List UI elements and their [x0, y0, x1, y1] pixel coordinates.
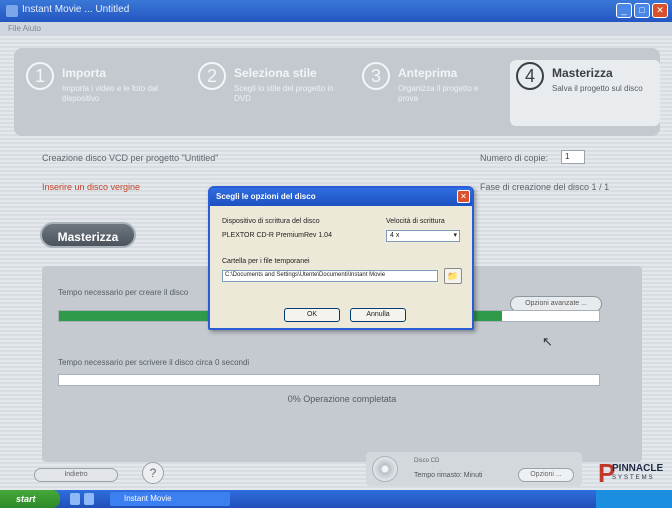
step-desc: Salva il progetto sul disco	[552, 84, 643, 93]
step-importa[interactable]: 1 Importa Importa i video e le foto dal …	[20, 60, 170, 126]
step-name: Seleziona stile	[234, 66, 317, 80]
wizard-steps: 1 Importa Importa i video e le foto dal …	[14, 48, 660, 136]
dialog-title: Scegli le opzioni del disco	[210, 188, 472, 206]
folder-browse-icon[interactable]: 📁	[444, 268, 462, 284]
bottom-bar: Indietro ? Disco CD Tempo rimasto: Minut…	[0, 440, 672, 490]
minimize-button[interactable]: _	[616, 3, 632, 18]
write-progress-bar	[58, 374, 600, 386]
options-button[interactable]: Opzioni ...	[518, 468, 574, 482]
step-number: 2	[198, 62, 226, 90]
step-desc: Scegli lo stile del progetto in DVD	[234, 84, 334, 103]
burn-button[interactable]: Masterizza	[40, 222, 136, 248]
speed-select[interactable]: 4 x ▾	[386, 230, 460, 242]
percent-complete: 0% Operazione completata	[287, 394, 397, 404]
back-button[interactable]: Indietro	[34, 468, 118, 482]
chevron-down-icon: ▾	[453, 232, 457, 239]
cancel-button[interactable]: Annulla	[350, 308, 406, 322]
ok-button[interactable]: OK	[284, 308, 340, 322]
step-desc: Importa i video e le foto dal dispositiv…	[62, 84, 159, 103]
help-icon[interactable]: ?	[142, 462, 164, 484]
phase-label: Fase di creazione del disco 1 / 1	[480, 182, 610, 192]
folder-label: Cartella per i file temporanei	[222, 258, 310, 265]
remaining-time: Tempo rimasto: Minuti	[414, 472, 483, 479]
copies-label: Numero di copie:	[480, 153, 549, 163]
step-number: 1	[26, 62, 54, 90]
disc-info-area: Disco CD Tempo rimasto: Minuti Opzioni .…	[366, 452, 582, 486]
dialog-close-button[interactable]: ✕	[457, 190, 470, 203]
disc-type-label: Creazione disco VCD per progetto "Untitl…	[42, 153, 219, 163]
step-anteprima[interactable]: 3 Anteprima Organizza il progetto e prov…	[356, 60, 506, 126]
quicklaunch-icon[interactable]	[84, 493, 94, 505]
start-button[interactable]: start	[0, 490, 60, 508]
insert-disc-warning: Inserire un disco vergine	[42, 182, 141, 192]
menu-bar[interactable]: File Aiuto	[0, 22, 672, 36]
speed-value: 4 x	[390, 232, 400, 239]
taskbar-item[interactable]: Instant Movie	[110, 492, 230, 506]
cd-icon	[372, 456, 398, 482]
progress-label-create: Tempo necessario per creare il disco	[58, 288, 189, 297]
taskbar: start Instant Movie	[0, 490, 672, 508]
device-label: Dispositivo di scrittura del disco	[222, 218, 320, 225]
progress-label-write: Tempo necessario per scrivere il disco c…	[58, 358, 250, 367]
app-icon	[6, 5, 18, 17]
close-button[interactable]: ✕	[652, 3, 668, 18]
step-seleziona-stile[interactable]: 2 Seleziona stile Scegli lo stile del pr…	[192, 60, 342, 126]
disc-options-dialog: Scegli le opzioni del disco ✕ Dispositiv…	[208, 186, 474, 330]
window-title: Instant Movie ... Untitled	[22, 4, 130, 15]
system-tray	[596, 490, 672, 508]
step-name: Anteprima	[398, 66, 458, 80]
quicklaunch-icon[interactable]	[70, 493, 80, 505]
window-titlebar: Instant Movie ... Untitled _ □ ✕	[0, 0, 672, 22]
step-name: Masterizza	[552, 66, 613, 80]
step-number: 3	[362, 62, 390, 90]
step-name: Importa	[62, 66, 107, 80]
temp-folder-field[interactable]: C:\Documents and Settings\Utente\Documen…	[222, 270, 438, 282]
copies-stepper[interactable]: 1	[561, 150, 585, 164]
step-desc: Organizza il progetto e prova	[398, 84, 479, 103]
disc-type-small: Disco CD	[414, 458, 440, 464]
mouse-pointer-icon: ↖	[542, 334, 553, 349]
step-masterizza[interactable]: 4 Masterizza Salva il progetto sul disco	[510, 60, 660, 126]
logo-sub: SYSTEMS	[612, 475, 655, 481]
step-number: 4	[516, 62, 544, 90]
device-value: PLEXTOR CD-R PremiumRev 1.04	[222, 232, 332, 239]
logo-brand: PINNACLE	[612, 463, 664, 474]
speed-label: Velocità di scrittura	[386, 218, 445, 225]
pinnacle-logo: P PINNACLE SYSTEMS	[598, 460, 664, 486]
maximize-button[interactable]: □	[634, 3, 650, 18]
